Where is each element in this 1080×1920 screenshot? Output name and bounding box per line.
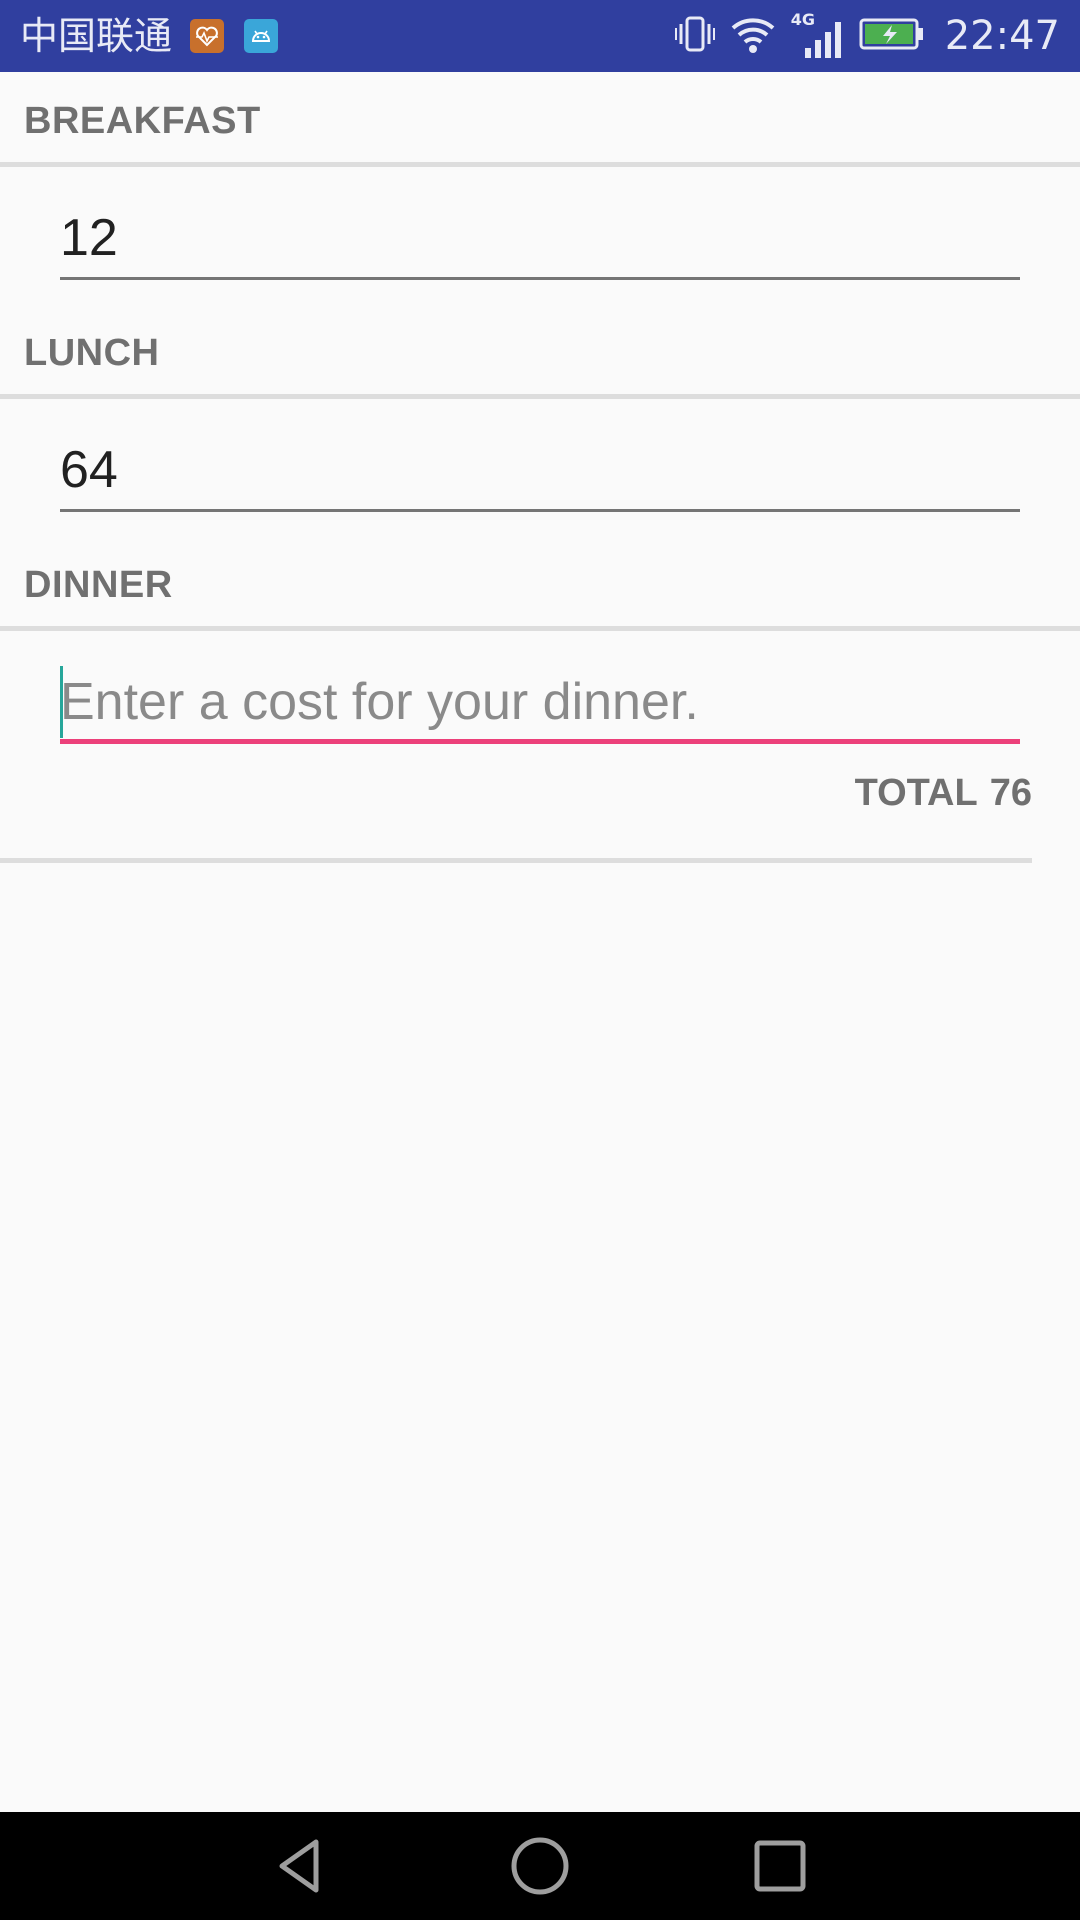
clock: 22:47 [944,13,1060,59]
lunch-underline [60,509,1020,512]
wifi-icon [729,12,777,60]
total-label: TOTAL [854,772,978,814]
android-icon [244,19,278,53]
total-display: TOTAL 76 [855,772,1032,815]
lunch-header: LUNCH [24,332,160,374]
status-bar: 中国联通 4G 22:47 [0,0,1080,72]
carrier-name: 中国联通 [20,14,173,58]
total-value: 76 [989,772,1032,814]
health-app-icon [190,19,224,53]
vibrate-icon [674,12,715,60]
dinner-cost-input[interactable] [60,664,1020,740]
lunch-field[interactable] [60,432,1020,512]
breakfast-cost-input[interactable] [60,200,1020,276]
dinner-field[interactable] [60,664,1020,744]
breakfast-divider [0,162,1080,167]
status-icons: 4G 22:47 [674,0,1060,72]
breakfast-header: BREAKFAST [24,100,261,142]
text-cursor [60,666,63,738]
home-icon[interactable] [508,1834,572,1898]
back-icon[interactable] [268,1834,332,1898]
lunch-divider [0,394,1080,399]
dinner-underline [60,739,1020,744]
recent-apps-icon[interactable] [748,1834,812,1898]
breakfast-underline [60,277,1020,280]
dinner-divider [0,626,1080,631]
battery-charging-icon [859,17,925,55]
breakfast-field[interactable] [60,200,1020,280]
signal-icon: 4G [791,10,845,62]
total-divider [0,858,1032,863]
lunch-cost-input[interactable] [60,432,1020,508]
dinner-header: DINNER [24,564,173,606]
navigation-bar [0,1812,1080,1920]
